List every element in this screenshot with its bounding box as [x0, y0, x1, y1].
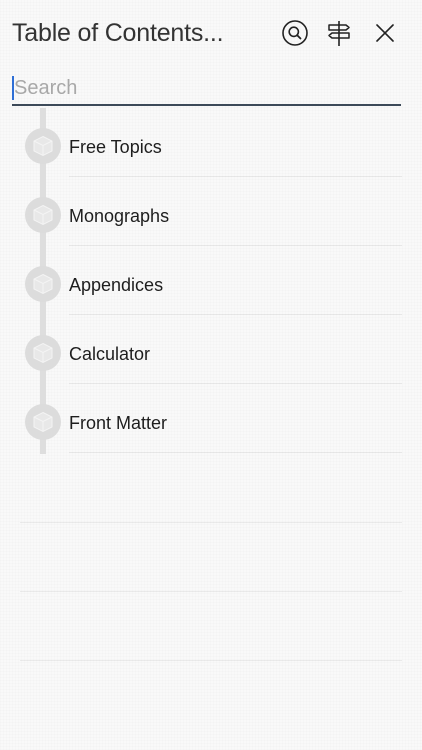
toc-screen: Table of Contents... Search Free Topics …: [0, 0, 422, 750]
page-title: Table of Contents...: [12, 19, 224, 47]
divider: [69, 452, 402, 453]
empty-row-divider: [20, 591, 402, 592]
text-caret: [12, 76, 14, 100]
empty-row-divider: [20, 660, 402, 661]
toc-item-monographs[interactable]: Monographs: [0, 177, 422, 246]
toc-node: [25, 197, 61, 233]
toc-item-free-topics[interactable]: Free Topics: [0, 108, 422, 177]
cube-icon: [33, 204, 53, 226]
cube-icon: [33, 273, 53, 295]
toc-node: [25, 266, 61, 302]
toc-list: Free Topics Monographs Appendices Calcul…: [0, 108, 422, 661]
toc-item-label: Appendices: [69, 275, 164, 295]
toc-item-label: Front Matter: [69, 413, 168, 433]
header: Table of Contents...: [0, 0, 422, 68]
toc-node: [25, 128, 61, 164]
toc-item-calculator[interactable]: Calculator: [0, 315, 422, 384]
toc-item-front-matter[interactable]: Front Matter: [0, 384, 422, 453]
navigate-button[interactable]: [324, 18, 354, 48]
toc-node: [25, 335, 61, 371]
search-circle-icon: [282, 20, 308, 46]
cube-icon: [33, 135, 53, 157]
toc-node: [25, 404, 61, 440]
empty-row-divider: [20, 522, 402, 523]
close-icon: [376, 24, 394, 42]
cube-icon: [33, 411, 53, 433]
toc-item-label: Calculator: [69, 344, 151, 364]
close-button[interactable]: [370, 18, 400, 48]
toc-item-appendices[interactable]: Appendices: [0, 246, 422, 315]
search-input[interactable]: [12, 74, 403, 102]
toc-item-label: Free Topics: [69, 137, 162, 157]
search-button[interactable]: [280, 18, 310, 48]
cube-icon: [33, 342, 53, 364]
toc-item-label: Monographs: [69, 206, 170, 226]
search-field[interactable]: [12, 74, 403, 106]
signpost-icon: [328, 21, 350, 46]
